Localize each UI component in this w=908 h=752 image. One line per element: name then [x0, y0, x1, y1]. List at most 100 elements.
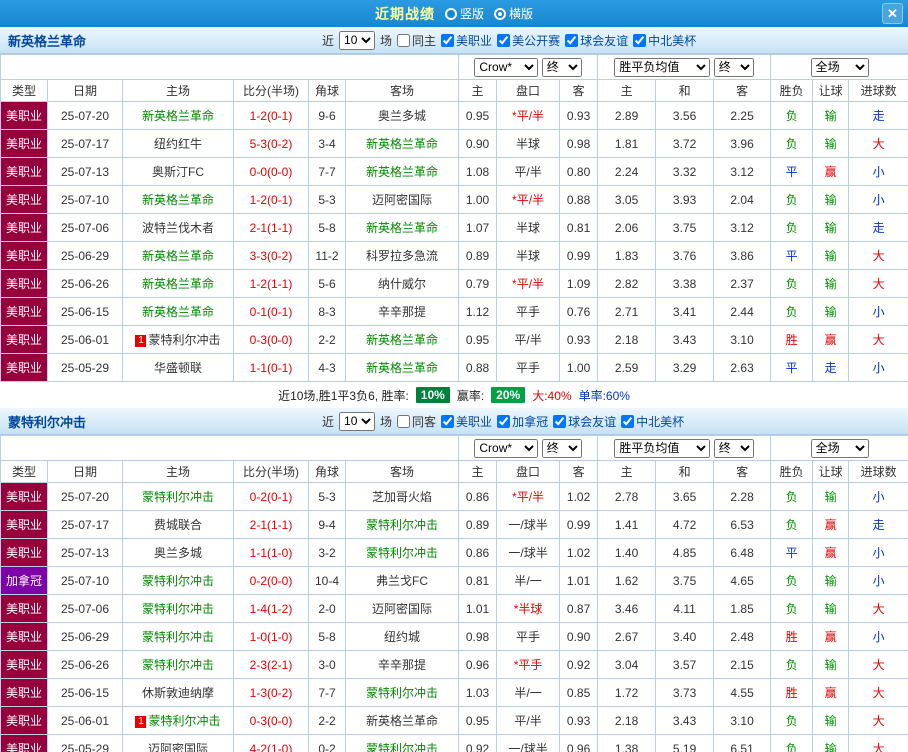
checkbox-icon[interactable] [497, 414, 511, 428]
league-tag: 美职业 [0, 297, 48, 326]
home-water: 0.98 [458, 622, 498, 651]
same-venue-checkbox[interactable]: 同客 [397, 413, 436, 430]
team-name[interactable]: 新英格兰革命 [142, 249, 214, 263]
col-away: 客场 [344, 79, 460, 102]
team-name[interactable]: 新英格兰革命 [366, 714, 438, 728]
team-name[interactable]: 弗兰戈FC [376, 574, 428, 588]
odds-company-select[interactable]: Crow* [474, 57, 539, 77]
team-name[interactable]: 奥兰多城 [378, 109, 426, 123]
match-count-select[interactable]: 10 [339, 411, 376, 431]
team-name[interactable]: 蒙特利尔冲击 [366, 742, 438, 752]
handicap-result: 赢 [812, 325, 850, 354]
team-name[interactable]: 蒙特利尔冲击 [366, 546, 438, 560]
league-filter-open-cup[interactable]: 美公开赛 [497, 32, 560, 49]
checkbox-icon[interactable] [441, 414, 455, 428]
col-result: 胜负 [770, 460, 814, 483]
odds-company-select[interactable]: Crow* [474, 438, 539, 458]
layout-horizontal-radio[interactable]: 横版 [494, 5, 533, 22]
corners: 3-4 [308, 129, 346, 158]
league-filter-can-championship[interactable]: 加拿冠 [497, 413, 548, 430]
team-name[interactable]: 新英格兰革命 [142, 109, 214, 123]
corners: 11-2 [308, 241, 346, 270]
team-name[interactable]: 纽约红牛 [154, 137, 202, 151]
close-button[interactable]: ✕ [882, 3, 903, 24]
team-name[interactable]: 新英格兰革命 [366, 333, 438, 347]
goals-result: 小 [848, 157, 908, 186]
team-name[interactable]: 科罗拉多急流 [366, 249, 438, 263]
team-name[interactable]: 蒙特利尔冲击 [366, 686, 438, 700]
odds-stage-select[interactable]: 终 [541, 57, 582, 77]
team-name[interactable]: 奥斯汀FC [152, 165, 204, 179]
team-name[interactable]: 新英格兰革命 [142, 277, 214, 291]
team-name[interactable]: 蒙特利尔冲击 [142, 602, 214, 616]
handicap-result: 赢 [812, 510, 850, 539]
team-name[interactable]: 奥兰多城 [154, 546, 202, 560]
odds-stage-select[interactable]: 终 [713, 57, 754, 77]
team-name[interactable]: 蒙特利尔冲击 [142, 574, 214, 588]
layout-vertical-radio[interactable]: 竖版 [444, 5, 484, 22]
league-filter-friendly[interactable]: 球会友谊 [565, 32, 628, 49]
team-name[interactable]: 蒙特利尔冲击 [366, 518, 438, 532]
checkbox-icon[interactable] [553, 414, 567, 428]
radio-selected-icon [494, 7, 506, 20]
league-filter-concacaf[interactable]: 中北美杯 [633, 32, 696, 49]
match-scope-select[interactable]: 全场 [810, 57, 869, 77]
team-name[interactable]: 辛辛那提 [378, 305, 426, 319]
handicap: 半/一 [496, 678, 561, 707]
team-name[interactable]: 纽约城 [384, 630, 420, 644]
odds-stage-select[interactable]: 终 [541, 438, 582, 458]
league-filter-friendly[interactable]: 球会友谊 [553, 413, 616, 430]
odds-stage-select[interactable]: 终 [713, 438, 754, 458]
same-venue-checkbox[interactable]: 同主 [397, 32, 436, 49]
score: 0-1(0-1) [233, 297, 309, 326]
team-name[interactable]: 新英格兰革命 [366, 361, 438, 375]
odds-draw: 3.43 [655, 325, 715, 354]
home-team: 新英格兰革命 [122, 101, 234, 130]
checkbox-icon[interactable] [621, 414, 635, 428]
match-row: 美职业 25-07-13 奥斯汀FC 0-0(0-0) 7-7 新英格兰革命 1.08 平/半… [0, 157, 908, 186]
team-name[interactable]: 蒙特利尔冲击 [142, 658, 214, 672]
team-name[interactable]: 新英格兰革命 [366, 137, 438, 151]
checkbox-icon[interactable] [497, 33, 511, 47]
league-filter-concacaf[interactable]: 中北美杯 [621, 413, 684, 430]
match-scope-select[interactable]: 全场 [810, 438, 869, 458]
team-name[interactable]: 新英格兰革命 [366, 165, 438, 179]
team-name[interactable]: 纳什威尔 [378, 277, 426, 291]
team-title: 蒙特利尔冲击 [8, 414, 87, 430]
checkbox-icon[interactable] [565, 33, 579, 47]
team-name[interactable]: 新英格兰革命 [142, 193, 214, 207]
team-name[interactable]: 新英格兰革命 [142, 305, 214, 319]
checkbox-icon[interactable] [397, 414, 411, 428]
team-name[interactable]: 休斯敦迪纳摩 [142, 686, 214, 700]
team-name[interactable]: 迈阿密国际 [148, 742, 208, 752]
match-count-select[interactable]: 10 [339, 30, 376, 50]
league-tag: 美职业 [0, 325, 48, 354]
home-team: 新英格兰革命 [122, 241, 234, 270]
col-corners: 角球 [308, 460, 346, 483]
team-name[interactable]: 蒙特利尔冲击 [148, 333, 220, 347]
checkbox-icon[interactable] [441, 33, 455, 47]
home-water: 0.79 [458, 269, 498, 298]
team-name[interactable]: 波特兰伐木者 [142, 221, 214, 235]
team-name[interactable]: 华盛顿联 [154, 361, 202, 375]
team-name[interactable]: 费城联合 [154, 518, 202, 532]
team-name[interactable]: 辛辛那提 [378, 658, 426, 672]
home-team: 新英格兰革命 [122, 269, 234, 298]
team-name[interactable]: 迈阿密国际 [372, 602, 432, 616]
checkbox-icon[interactable] [397, 33, 411, 47]
team-name[interactable]: 蒙特利尔冲击 [142, 630, 214, 644]
team-name[interactable]: 芝加哥火焰 [372, 490, 432, 504]
league-filter-mls[interactable]: 美职业 [441, 32, 492, 49]
team-name[interactable]: 迈阿密国际 [372, 193, 432, 207]
team-name[interactable]: 新英格兰革命 [366, 221, 438, 235]
score: 0-0(0-0) [233, 157, 309, 186]
team-name[interactable]: 蒙特利尔冲击 [148, 714, 220, 728]
handicap: 半球 [496, 129, 561, 158]
odds-average-select[interactable]: 胜平负均值 [614, 57, 711, 77]
checkbox-icon[interactable] [633, 33, 647, 47]
odds-average-select[interactable]: 胜平负均值 [614, 438, 711, 458]
handicap-result: 赢 [812, 157, 850, 186]
team-name[interactable]: 蒙特利尔冲击 [142, 490, 214, 504]
away-team: 新英格兰革命 [344, 325, 460, 354]
league-filter-mls[interactable]: 美职业 [441, 413, 492, 430]
